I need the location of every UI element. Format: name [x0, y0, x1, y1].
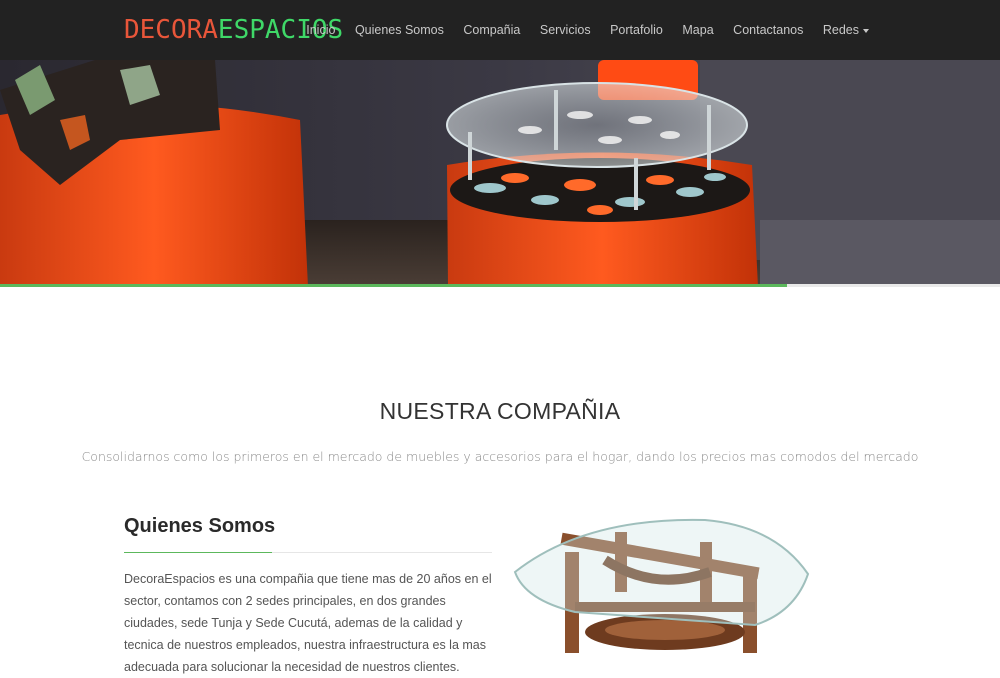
nav-item-redes-label: Redes: [822, 23, 859, 37]
nav-item-servicios[interactable]: Servicios: [540, 23, 591, 37]
nav-item-contactanos[interactable]: Contactanos: [733, 23, 803, 37]
about-text: DecoraEspacios es una compañia que tiene…: [124, 572, 492, 674]
main-nav: Inicio Quienes Somos Compañia Servicios …: [287, 0, 869, 60]
slider-progress-bar: [0, 284, 1000, 287]
nav-item-inicio[interactable]: Inicio: [306, 23, 335, 37]
company-title: NUESTRA COMPAÑIA: [379, 398, 621, 424]
navbar: DECORAESPACIOS Inicio Quienes Somos Comp…: [0, 0, 1000, 60]
company-subtitle: Consolidarnos como los primeros en el me…: [81, 449, 919, 464]
caret-down-icon: [863, 29, 869, 33]
glass-table-image: [513, 518, 810, 653]
about-divider: [124, 552, 492, 553]
nav-item-portafolio[interactable]: Portafolio: [610, 23, 663, 37]
nav-item-mapa[interactable]: Mapa: [682, 23, 713, 37]
about-divider-accent: [124, 552, 272, 553]
nav-item-compania[interactable]: Compañia: [463, 23, 520, 37]
nav-item-quienes-somos[interactable]: Quienes Somos: [355, 23, 444, 37]
hero-slider[interactable]: [0, 60, 1000, 287]
about-title: Quienes Somos: [124, 515, 276, 537]
nav-item-redes[interactable]: Redes: [823, 23, 869, 37]
about-block: Quienes Somos DecoraEspacios es una comp…: [124, 515, 492, 678]
hero-image: [0, 60, 1000, 287]
brand-part-1: DECORA: [124, 15, 218, 45]
slider-progress-fill: [0, 284, 787, 287]
